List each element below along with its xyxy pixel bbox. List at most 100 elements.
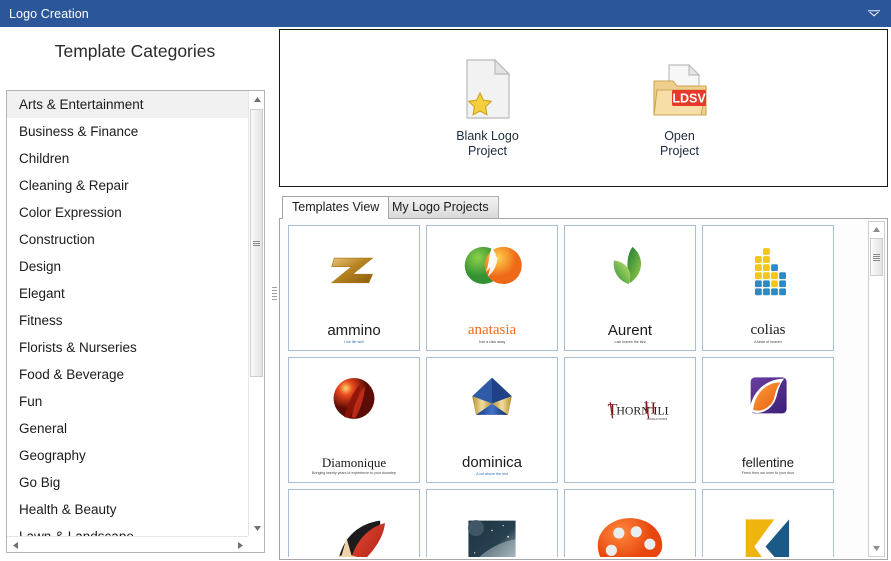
templates-vertical-scrollbar[interactable] <box>868 221 885 557</box>
sidebar-scroll-thumb[interactable] <box>250 109 263 377</box>
scrollbar-corner <box>248 536 264 552</box>
sidebar-item-design[interactable]: Design <box>7 253 250 280</box>
scroll-down-arrow[interactable] <box>869 541 884 556</box>
purple-orange-leaf-mark <box>730 373 807 446</box>
sidebar-item-label: Health & Beauty <box>19 502 117 517</box>
sidebar-item-go-big[interactable]: Go Big <box>7 469 250 496</box>
sidebar-item-label: Fun <box>19 394 42 409</box>
template-card-fellentine[interactable]: fellentineFresh from our oven to your do… <box>702 357 834 483</box>
open-project-label-line1: Open <box>660 129 699 144</box>
sidebar-item-lawn-landscape[interactable]: Lawn & Landscape <box>7 523 250 537</box>
template-preview: dominicaA cut above the rest <box>427 358 557 482</box>
sidebar-item-label: Children <box>19 151 69 166</box>
template-row: DiamoniqueBringing twenty years of exper… <box>288 357 858 483</box>
bronze-z-mark <box>316 240 393 313</box>
template-card-anatasia[interactable]: anatasiaJust a click away <box>426 225 558 351</box>
sidebar-item-geography[interactable]: Geography <box>7 442 250 469</box>
folder-ldsv-icon: LDSV <box>651 57 709 119</box>
sidebar-item-cleaning-repair[interactable]: Cleaning & Repair <box>7 172 250 199</box>
sidebar-horizontal-scrollbar[interactable] <box>7 536 248 552</box>
open-project-button[interactable]: LDSV Open Project <box>620 57 740 159</box>
template-card[interactable] <box>702 489 834 557</box>
ldsv-badge-text: LDSV <box>672 91 706 105</box>
template-name: dominica <box>462 455 522 471</box>
tab-my-logo-projects[interactable]: My Logo Projects <box>382 196 499 218</box>
template-tagline: Live life well <box>344 340 363 345</box>
yellow-blue-squares-mark <box>730 240 807 313</box>
green-orange-circles-mark <box>454 240 531 313</box>
scroll-right-arrow[interactable] <box>232 537 248 553</box>
template-row <box>288 489 858 557</box>
sidebar-item-label: Elegant <box>19 286 65 301</box>
sidebar-item-food-beverage[interactable]: Food & Beverage <box>7 361 250 388</box>
template-preview: anatasiaJust a click away <box>427 226 557 350</box>
night-sky-square-mark <box>454 514 531 557</box>
panel-splitter[interactable] <box>270 27 278 561</box>
sidebar-item-general[interactable]: General <box>7 415 250 442</box>
open-project-label-line2: Project <box>660 144 699 159</box>
category-listbox[interactable]: Arts & EntertainmentBusiness & Finance Ch… <box>6 90 265 553</box>
left-panel: Template Categories Arts & Entertainment… <box>0 27 270 561</box>
category-list: Arts & EntertainmentBusiness & Finance Ch… <box>7 91 250 537</box>
sidebar-item-label: Construction <box>19 232 95 247</box>
sidebar-item-label: General <box>19 421 67 436</box>
sidebar-item-health-beauty[interactable]: Health & Beauty <box>7 496 250 523</box>
sidebar-item-elegant[interactable]: Elegant <box>7 280 250 307</box>
scroll-up-arrow[interactable] <box>249 91 265 107</box>
sidebar-scroll-track[interactable] <box>249 107 265 520</box>
scroll-down-arrow[interactable] <box>249 520 265 536</box>
scroll-left-arrow[interactable] <box>7 537 23 553</box>
sidebar-item-florists-nurseries[interactable]: Florists & Nurseries <box>7 334 250 361</box>
blank-logo-project-button[interactable]: Blank Logo Project <box>428 57 548 159</box>
sidebar-item-label: Color Expression <box>19 205 122 220</box>
template-name: colias <box>751 323 786 339</box>
template-preview <box>703 490 833 557</box>
template-preview: coliasA taste of heaven <box>703 226 833 350</box>
template-card-aurent[interactable]: AurentLush leaves the land <box>564 225 696 351</box>
templates-view-pane: amminoLive life well anatasiaJust a clic… <box>279 218 888 560</box>
sidebar-item-business-finance[interactable]: Business & Finance <box>7 118 250 145</box>
yellow-blue-k-mark <box>730 514 807 557</box>
red-sphere-mark <box>316 373 393 446</box>
sidebar-item-fitness[interactable]: Fitness <box>7 307 250 334</box>
template-card[interactable] <box>288 489 420 557</box>
tab-templates-view[interactable]: Templates View <box>282 196 389 219</box>
template-name: fellentine <box>742 456 794 470</box>
template-card[interactable] <box>564 489 696 557</box>
sidebar-item-label: Food & Beverage <box>19 367 124 382</box>
template-grid: amminoLive life well anatasiaJust a clic… <box>288 225 858 557</box>
sidebar-item-children[interactable]: Children <box>7 145 250 172</box>
template-card-thorn-hill[interactable]: T HORN H ILL PRODUCTIONSThorn HillPRODUC… <box>564 357 696 483</box>
template-tagline: Bringing twenty years of experience to y… <box>312 471 396 476</box>
sidebar-item-arts-entertainment[interactable]: Arts & Entertainment <box>7 91 250 118</box>
template-preview: fellentineFresh from our oven to your do… <box>703 358 833 482</box>
sidebar-item-label: Go Big <box>19 475 60 490</box>
chevron-down-icon[interactable] <box>857 0 891 27</box>
title-bar: Logo Creation <box>0 0 891 27</box>
templates-scroll-thumb[interactable] <box>870 238 883 276</box>
splitter-grip-icon <box>272 285 277 302</box>
template-name: anatasia <box>468 323 516 339</box>
template-card-diamonique[interactable]: DiamoniqueBringing twenty years of exper… <box>288 357 420 483</box>
sidebar-vertical-scrollbar[interactable] <box>248 91 264 536</box>
blank-logo-project-label-line1: Blank Logo <box>456 129 519 144</box>
sidebar-item-label: Design <box>19 259 61 274</box>
template-card-dominica[interactable]: dominicaA cut above the rest <box>426 357 558 483</box>
template-card-ammino[interactable]: amminoLive life well <box>288 225 420 351</box>
templates-scroll-track[interactable] <box>869 237 884 541</box>
scroll-up-arrow[interactable] <box>869 222 884 237</box>
template-preview: T HORN H ILL PRODUCTIONSThorn HillPRODUC… <box>565 358 695 482</box>
sidebar-item-color-expression[interactable]: Color Expression <box>7 199 250 226</box>
template-card[interactable] <box>426 489 558 557</box>
template-preview: DiamoniqueBringing twenty years of exper… <box>289 358 419 482</box>
star-ribbon-mark <box>316 514 393 557</box>
page-title: Template Categories <box>0 41 270 62</box>
sidebar-item-construction[interactable]: Construction <box>7 226 250 253</box>
sidebar-item-fun[interactable]: Fun <box>7 388 250 415</box>
green-leaves-mark <box>592 240 669 313</box>
template-preview <box>427 490 557 557</box>
template-tagline: Fresh from our oven to your door <box>742 471 795 476</box>
template-name: ammino <box>327 323 380 339</box>
template-card-colias[interactable]: coliasA taste of heaven <box>702 225 834 351</box>
svg-text:ILL: ILL <box>654 405 669 418</box>
